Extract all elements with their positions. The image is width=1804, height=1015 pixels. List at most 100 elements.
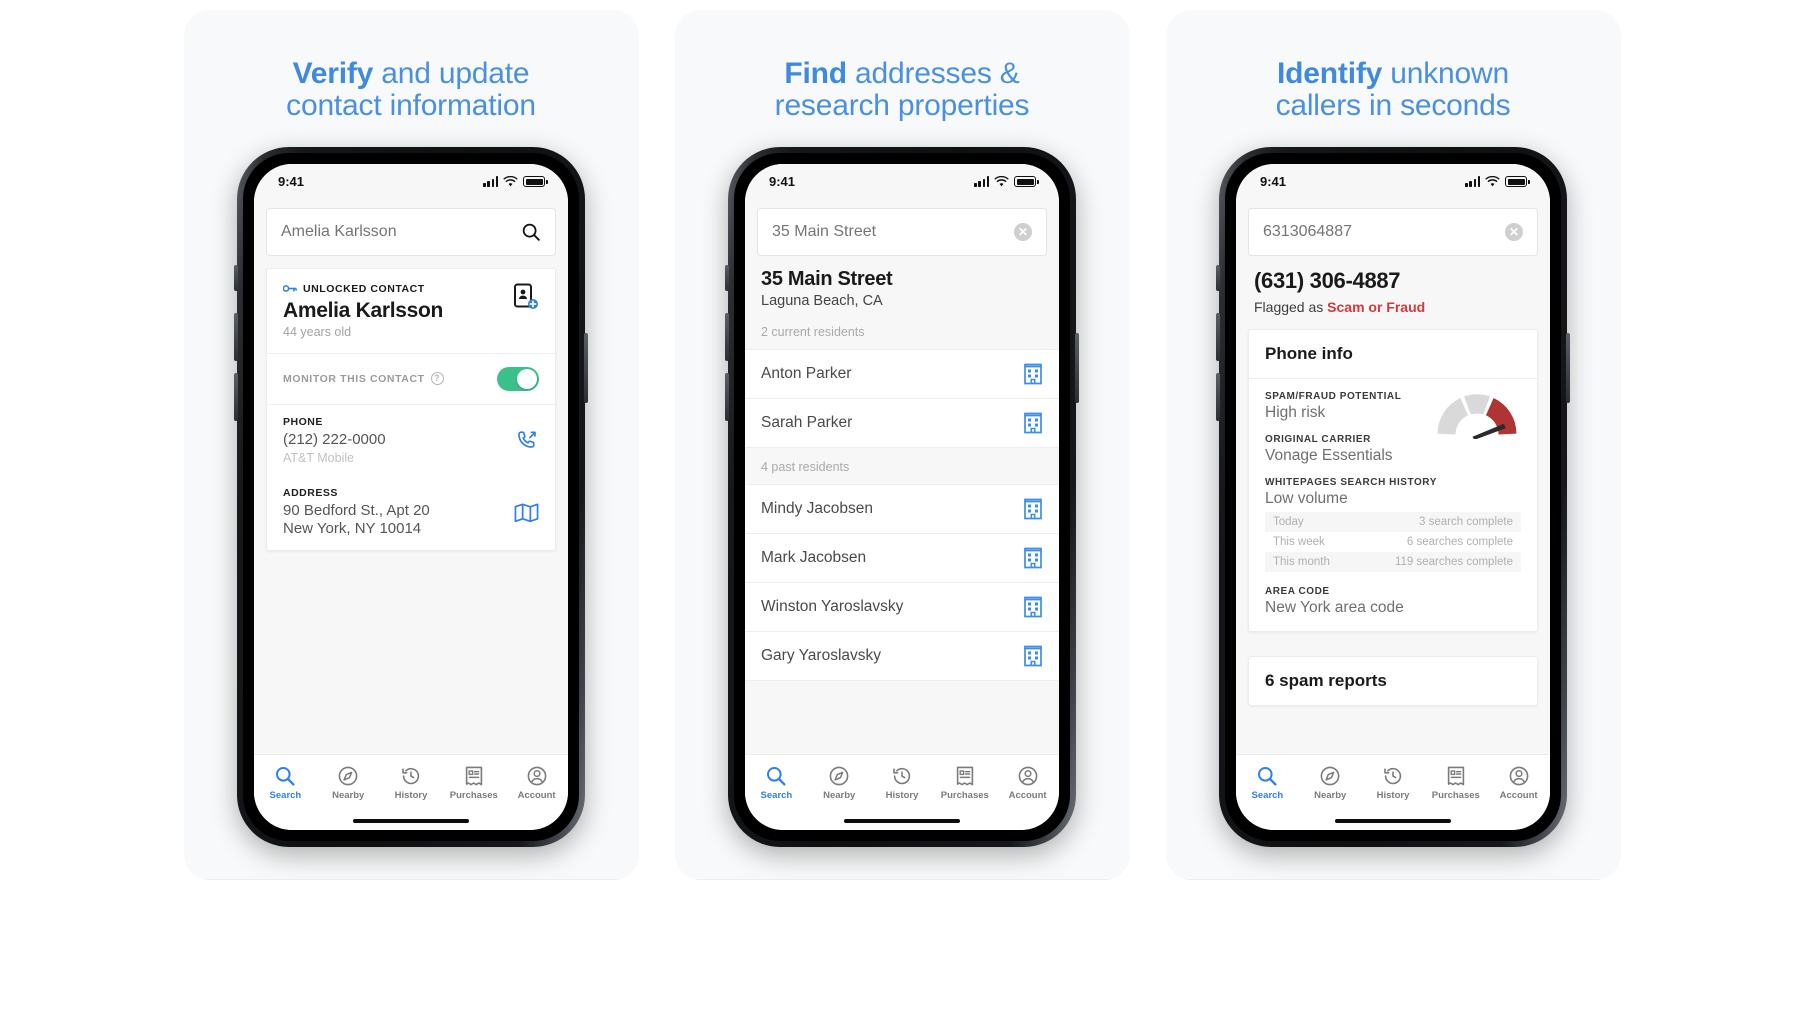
feature-panel-find: Find addresses & research properties 9:4… (674, 10, 1130, 880)
tab-nearby-3[interactable]: Nearby (1299, 765, 1362, 801)
volume-up-button[interactable] (234, 312, 238, 361)
spam-reports-card[interactable]: 6 spam reports (1248, 655, 1538, 706)
search-icon (1258, 767, 1277, 786)
search-icon[interactable] (521, 222, 541, 242)
address-title: 35 Main Street (761, 267, 893, 290)
building-icon[interactable] (1023, 596, 1043, 618)
map-icon[interactable] (514, 502, 539, 524)
list-item[interactable]: Winston Yaroslavsky (745, 582, 1059, 632)
search-input-1[interactable] (281, 222, 521, 241)
address-city: Laguna Beach, CA (761, 292, 883, 309)
caller-number: (631) 306-4887 (1254, 267, 1401, 293)
contact-header: UNLOCKED CONTACT Amelia Karlsson 44 year… (267, 269, 555, 353)
tab-search-2[interactable]: Search (745, 765, 808, 801)
panel-divider-3 (1165, 879, 1621, 880)
search-input-2[interactable] (772, 222, 1014, 241)
list-item[interactable]: Mark Jacobsen (745, 533, 1059, 583)
resident-name: Sarah Parker (761, 413, 853, 431)
monitor-label-group: MONITOR THIS CONTACT ? (283, 372, 444, 386)
volume-up-button[interactable] (725, 312, 729, 361)
clear-icon[interactable]: ✕ (1505, 222, 1523, 241)
tab-nearby-1[interactable]: Nearby (317, 765, 380, 801)
home-indicator-2[interactable] (745, 811, 1059, 830)
building-icon[interactable] (1023, 412, 1043, 434)
headline-rest-1: and update (373, 57, 530, 90)
building-icon[interactable] (1023, 547, 1043, 569)
call-out-icon[interactable] (515, 428, 539, 452)
building-icon[interactable] (1023, 498, 1043, 520)
tab-purchases-1[interactable]: Purchases (442, 765, 505, 801)
help-icon[interactable]: ? (430, 372, 444, 386)
list-item[interactable]: Anton Parker (745, 349, 1059, 399)
search-bar-2[interactable]: ✕ (757, 207, 1047, 256)
home-indicator-3[interactable] (1236, 811, 1550, 830)
headline-rest-3: unknown (1382, 57, 1509, 90)
power-button[interactable] (584, 332, 588, 403)
list-item[interactable]: Sarah Parker (745, 398, 1059, 447)
building-icon[interactable] (1023, 363, 1043, 385)
mute-switch-icon[interactable] (1216, 264, 1220, 291)
search-input-3[interactable] (1263, 222, 1505, 241)
address-field-row[interactable]: ADDRESS 90 Bedford St., Apt 20 New York,… (267, 476, 555, 551)
clear-icon[interactable]: ✕ (1014, 222, 1032, 241)
app-content-1: UNLOCKED CONTACT Amelia Karlsson 44 year… (254, 193, 568, 754)
mute-switch-icon[interactable] (725, 264, 729, 291)
mute-switch-icon[interactable] (234, 264, 238, 291)
tab-bar-3[interactable]: Search Nearby History Purchases Account (1236, 753, 1550, 812)
contact-card: UNLOCKED CONTACT Amelia Karlsson 44 year… (266, 267, 556, 552)
tab-label: History (394, 790, 428, 802)
tab-history-2[interactable]: History (871, 765, 934, 801)
receipt-icon (956, 766, 973, 786)
volume-down-button[interactable] (1216, 372, 1220, 421)
tab-label: Purchases (1431, 790, 1480, 802)
phone-screen-1: 9:41 Amelia Karlsson UNLOCKED CONTACT Am… (254, 163, 568, 830)
flag-prefix: Flagged as (1254, 298, 1328, 315)
add-contact-icon[interactable] (513, 283, 539, 311)
monitor-contact-row[interactable]: MONITOR THIS CONTACT ? (267, 352, 555, 404)
search-bar-3[interactable]: ✕ (1248, 207, 1538, 256)
tab-label: Account (517, 790, 556, 802)
tab-label: History (885, 790, 919, 802)
building-icon[interactable] (1023, 645, 1043, 667)
table-row: Today 3 search complete (1265, 511, 1521, 532)
resident-name: Winston Yaroslavsky (761, 597, 904, 615)
power-button[interactable] (1075, 332, 1079, 403)
status-bar-1: 9:41 (254, 163, 568, 194)
phone-value: (212) 222-0000 (283, 430, 386, 448)
tab-label: Purchases (940, 790, 989, 802)
compass-icon (1320, 766, 1340, 786)
list-item[interactable]: Mindy Jacobsen (745, 484, 1059, 534)
home-indicator-1[interactable] (254, 811, 568, 830)
search-bar-1[interactable] (266, 207, 556, 256)
volume-down-button[interactable] (725, 372, 729, 421)
volume-down-button[interactable] (234, 372, 238, 421)
battery-icon (1505, 176, 1530, 188)
volume-up-button[interactable] (1216, 312, 1220, 361)
headline-line2-1: contact information (286, 89, 536, 123)
power-button[interactable] (1566, 332, 1570, 403)
tab-nearby-2[interactable]: Nearby (808, 765, 871, 801)
feature-panel-verify: Verify and update contact information 9:… (183, 10, 639, 880)
tab-purchases-2[interactable]: Purchases (933, 765, 996, 801)
tab-account-1[interactable]: Account (505, 765, 568, 801)
tab-bar-2[interactable]: Search Nearby History Purchases Account (745, 753, 1059, 812)
tab-search-3[interactable]: Search (1236, 765, 1299, 801)
panel-divider-1 (183, 879, 639, 880)
tab-history-3[interactable]: History (1362, 765, 1425, 801)
panel-divider-2 (674, 879, 1130, 880)
past-residents-list: Mindy Jacobsen Mark Jacobsen Winston Yar… (745, 483, 1059, 681)
phone-carrier: AT&T Mobile (283, 450, 355, 465)
status-indicators-2 (974, 175, 1039, 188)
list-item[interactable]: Gary Yaroslavsky (745, 631, 1059, 680)
tab-search-1[interactable]: Search (254, 765, 317, 801)
phone-field-row[interactable]: PHONE (212) 222-0000 AT&T Mobile (267, 403, 555, 476)
tab-purchases-3[interactable]: Purchases (1424, 765, 1487, 801)
tab-history-1[interactable]: History (380, 765, 443, 801)
history-count: 3 search complete (1419, 515, 1513, 528)
tab-account-2[interactable]: Account (996, 765, 1059, 801)
tab-account-3[interactable]: Account (1487, 765, 1550, 801)
account-icon (1018, 766, 1037, 786)
tab-bar-1[interactable]: Search Nearby History Purchases Account (254, 753, 568, 812)
monitor-toggle[interactable] (497, 366, 539, 391)
history-icon (402, 768, 420, 785)
